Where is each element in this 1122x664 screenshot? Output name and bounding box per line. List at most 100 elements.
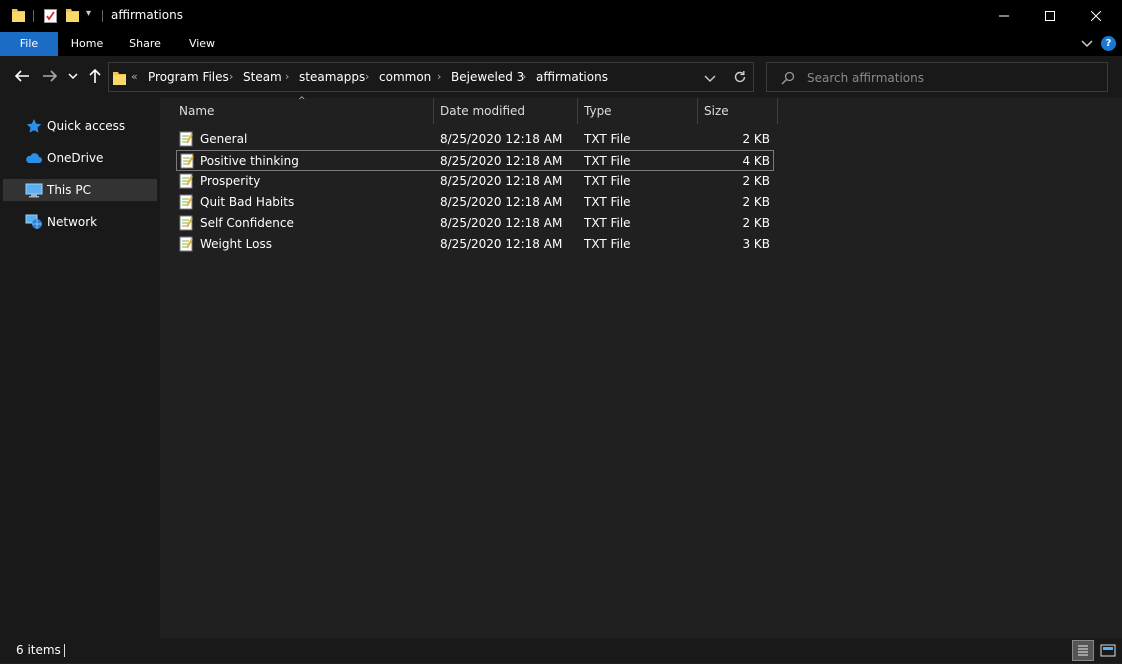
cloud-icon	[26, 153, 42, 163]
close-icon	[1091, 11, 1101, 21]
column-header-name[interactable]: Name	[179, 98, 214, 124]
file-size: 2 KB	[742, 174, 770, 188]
file-name: General	[200, 132, 248, 146]
column-divider[interactable]	[577, 98, 578, 124]
breadcrumb-separator-icon[interactable]: ›	[522, 70, 526, 83]
close-button[interactable]	[1073, 0, 1119, 32]
minimize-icon	[999, 15, 1009, 17]
breadcrumb-overflow[interactable]: «	[131, 70, 138, 83]
address-bar[interactable]: « Program Files › Steam › steamapps › co…	[108, 62, 754, 92]
text-file-icon	[179, 173, 193, 189]
file-type: TXT File	[584, 216, 631, 230]
item-count: 6 items	[16, 643, 61, 657]
sidebar-item-onedrive[interactable]: OneDrive	[3, 147, 157, 169]
tab-file[interactable]: File	[0, 32, 58, 56]
file-date-modified: 8/25/2020 12:18 AM	[440, 132, 563, 146]
text-file-icon	[180, 153, 194, 169]
breadcrumb-bejeweled-3[interactable]: Bejeweled 3	[451, 70, 524, 84]
breadcrumb-affirmations[interactable]: affirmations	[536, 70, 608, 84]
help-icon[interactable]: ?	[1101, 36, 1116, 51]
column-divider[interactable]	[433, 98, 434, 124]
ribbon: File Home Share View ?	[0, 32, 1122, 56]
breadcrumb-separator-icon[interactable]: ›	[229, 70, 233, 83]
star-icon	[26, 119, 42, 133]
sidebar-item-label: OneDrive	[47, 151, 104, 165]
text-file-icon	[179, 236, 193, 252]
sort-ascending-icon: ^	[298, 96, 306, 106]
arrow-right-icon	[43, 70, 58, 82]
file-type: TXT File	[584, 154, 631, 168]
network-icon	[25, 214, 42, 229]
file-size: 4 KB	[742, 154, 770, 168]
tab-home[interactable]: Home	[58, 32, 116, 56]
folder-icon	[113, 72, 126, 85]
file-name: Self Confidence	[200, 216, 294, 230]
arrow-left-icon	[14, 70, 29, 82]
column-header-size[interactable]: Size	[704, 98, 729, 124]
details-view-button[interactable]	[1072, 640, 1094, 661]
computer-icon	[25, 183, 43, 198]
column-header-date-modified[interactable]: Date modified	[440, 98, 525, 124]
file-row[interactable]: Positive thinking 8/25/2020 12:18 AM TXT…	[176, 150, 774, 171]
minimize-button[interactable]	[981, 0, 1027, 32]
maximize-button[interactable]	[1027, 0, 1073, 32]
file-list: ^ Name Date modified Type Size General 8…	[160, 96, 1122, 638]
breadcrumb-separator-icon[interactable]: ›	[365, 70, 369, 83]
forward-button[interactable]	[40, 66, 60, 86]
folder-icon	[12, 9, 25, 22]
title-bar: ▾ affirmations	[0, 0, 1122, 32]
tab-view[interactable]: View	[174, 32, 230, 56]
breadcrumb-steam[interactable]: Steam	[243, 70, 282, 84]
tab-share[interactable]: Share	[116, 32, 174, 56]
breadcrumb-separator-icon[interactable]: ›	[437, 70, 441, 83]
expand-ribbon-chevron-icon[interactable]	[1080, 36, 1094, 50]
maximize-icon	[1045, 11, 1055, 21]
navigation-pane: Quick access OneDrive This PC Network	[0, 98, 160, 638]
file-name: Prosperity	[200, 174, 261, 188]
column-divider[interactable]	[777, 98, 778, 124]
text-file-icon	[179, 194, 193, 210]
arrow-up-icon	[89, 68, 101, 83]
recent-locations-button[interactable]	[66, 66, 80, 86]
sidebar-item-label: Network	[47, 215, 98, 229]
file-type: TXT File	[584, 174, 631, 188]
breadcrumb-common[interactable]: common	[379, 70, 431, 84]
new-folder-icon[interactable]	[66, 8, 79, 22]
file-date-modified: 8/25/2020 12:18 AM	[440, 237, 563, 251]
file-type: TXT File	[584, 195, 631, 209]
file-row[interactable]: Quit Bad Habits 8/25/2020 12:18 AM TXT F…	[176, 192, 774, 213]
chevron-down-icon[interactable]	[703, 71, 717, 85]
search-box[interactable]	[766, 62, 1108, 92]
breadcrumb-steamapps[interactable]: steamapps	[299, 70, 365, 84]
sidebar-item-label: Quick access	[47, 119, 126, 133]
large-icons-view-button[interactable]	[1098, 640, 1118, 661]
back-button[interactable]	[12, 66, 32, 86]
search-input[interactable]	[805, 67, 1099, 89]
properties-icon[interactable]	[44, 8, 57, 23]
sidebar-item-this-pc[interactable]: This PC	[3, 179, 157, 201]
sidebar-item-label: This PC	[47, 183, 91, 197]
text-file-icon	[179, 131, 193, 147]
file-size: 2 KB	[742, 216, 770, 230]
file-row[interactable]: Weight Loss 8/25/2020 12:18 AM TXT File …	[176, 234, 774, 255]
column-divider[interactable]	[697, 98, 698, 124]
file-size: 3 KB	[742, 237, 770, 251]
file-type: TXT File	[584, 237, 631, 251]
file-name: Positive thinking	[200, 154, 299, 168]
customize-toolbar-dropdown-icon[interactable]: ▾	[86, 8, 91, 19]
breadcrumb-program-files[interactable]: Program Files	[148, 70, 229, 84]
file-row[interactable]: Self Confidence 8/25/2020 12:18 AM TXT F…	[176, 213, 774, 234]
breadcrumb-separator-icon[interactable]: ›	[285, 70, 289, 83]
refresh-icon[interactable]	[733, 70, 747, 84]
sidebar-item-quick-access[interactable]: Quick access	[3, 115, 157, 137]
file-date-modified: 8/25/2020 12:18 AM	[440, 174, 563, 188]
file-size: 2 KB	[742, 195, 770, 209]
column-header-type[interactable]: Type	[584, 98, 612, 124]
up-button[interactable]	[86, 66, 104, 86]
file-date-modified: 8/25/2020 12:18 AM	[440, 154, 563, 168]
file-row[interactable]: Prosperity 8/25/2020 12:18 AM TXT File 2…	[176, 171, 774, 192]
text-file-icon	[179, 215, 193, 231]
file-row[interactable]: General 8/25/2020 12:18 AM TXT File 2 KB	[176, 129, 774, 150]
status-bar: 6 items	[0, 638, 1122, 663]
sidebar-item-network[interactable]: Network	[3, 211, 157, 233]
